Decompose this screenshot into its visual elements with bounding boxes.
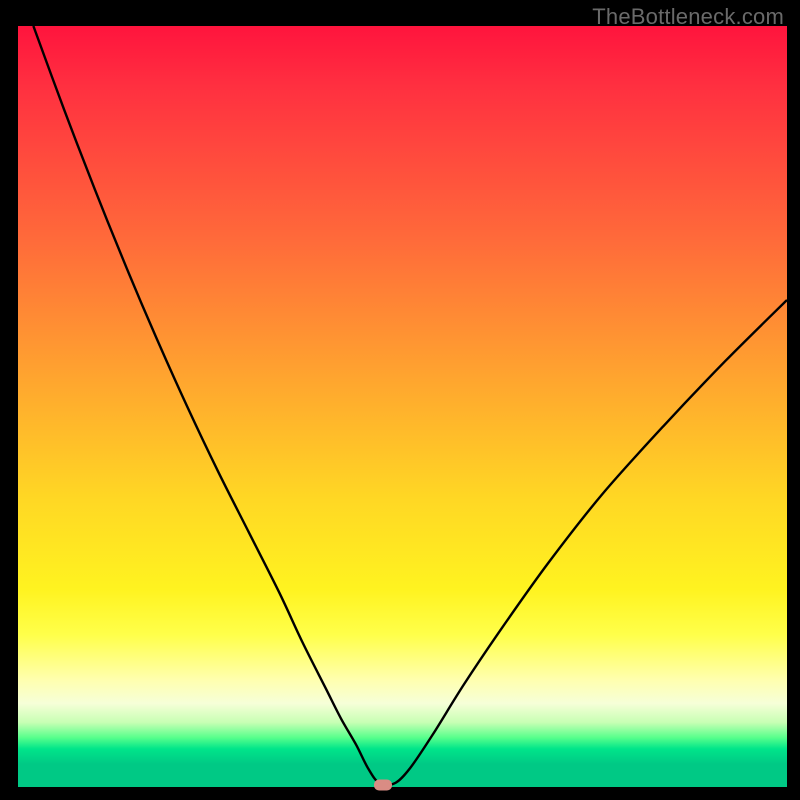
min-marker xyxy=(374,779,392,790)
bottleneck-curve xyxy=(33,26,787,785)
chart-frame: TheBottleneck.com xyxy=(0,0,800,800)
plot-area xyxy=(18,26,787,787)
watermark-text: TheBottleneck.com xyxy=(592,4,784,30)
curve-svg xyxy=(18,26,787,787)
